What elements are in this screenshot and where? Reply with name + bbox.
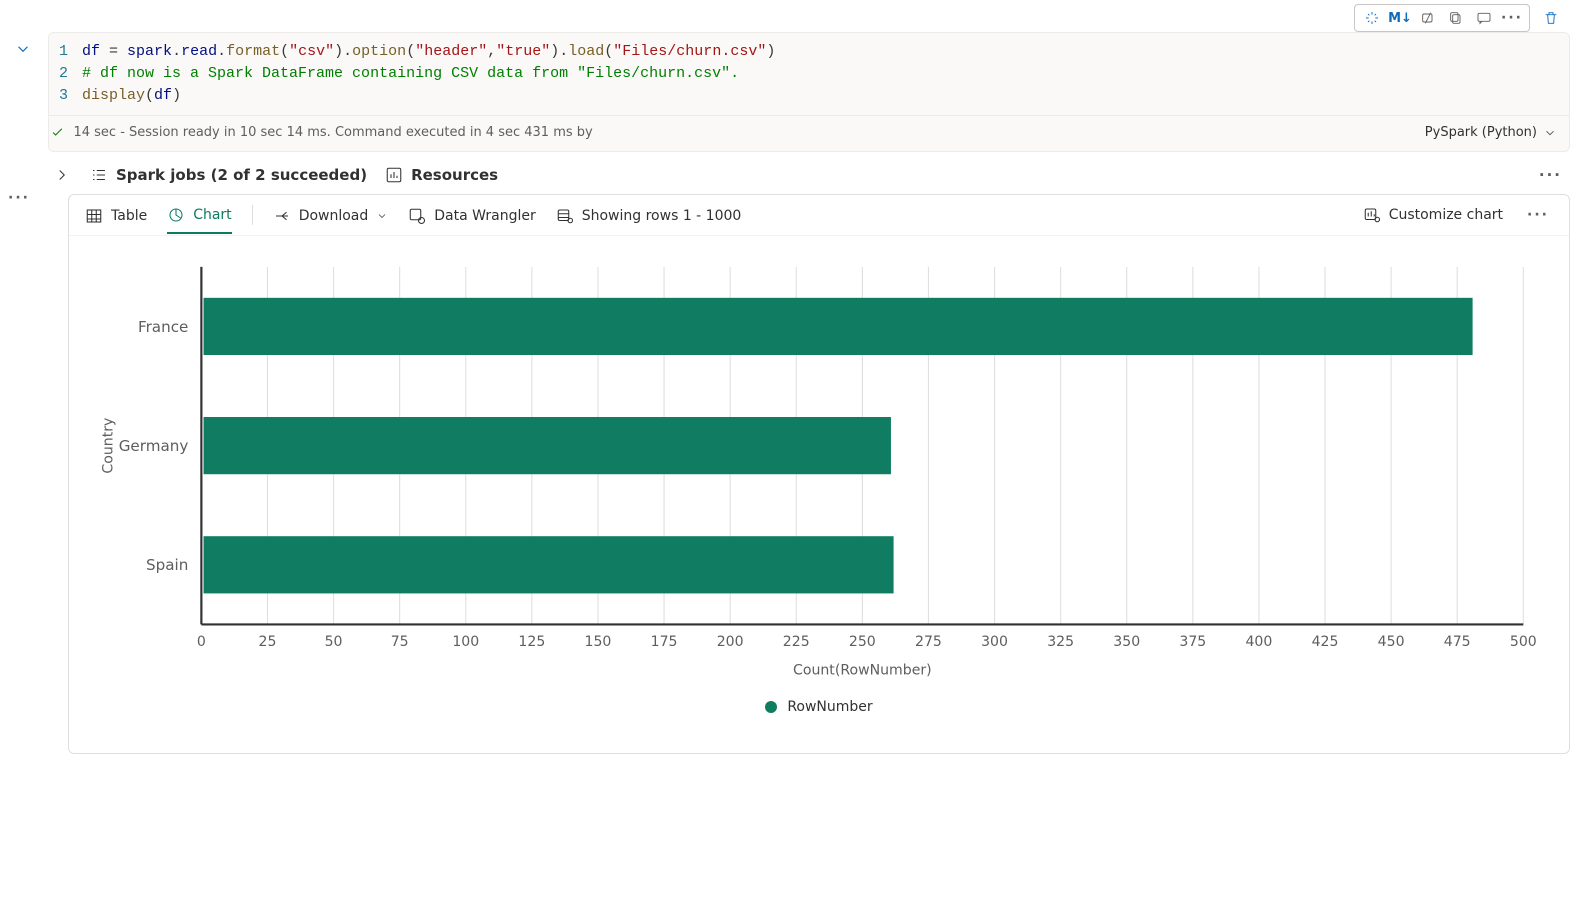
delete-cell-icon[interactable] xyxy=(1538,5,1564,31)
more-cell-actions[interactable]: ··· xyxy=(1499,7,1525,29)
customize-chart-label: Customize chart xyxy=(1389,207,1503,223)
download-icon xyxy=(273,207,291,225)
svg-text:Germany: Germany xyxy=(119,437,189,455)
svg-text:25: 25 xyxy=(259,634,277,650)
legend-swatch xyxy=(765,701,777,713)
spark-jobs-button[interactable]: Spark jobs (2 of 2 succeeded) xyxy=(90,166,367,184)
cell-status-bar: [1] 14 sec - Session ready in 10 sec 14 … xyxy=(49,115,1569,151)
check-icon xyxy=(50,125,65,140)
download-label: Download xyxy=(299,208,369,224)
table-icon xyxy=(85,207,103,225)
row-count-indicator: Showing rows 1 - 1000 xyxy=(556,207,742,233)
clear-output-icon[interactable] xyxy=(1415,7,1441,29)
more-left-icon[interactable]: ··· xyxy=(8,190,30,206)
cell-toolbar: M↓ ··· xyxy=(8,0,1570,32)
list-icon xyxy=(90,166,108,184)
sparkle-icon[interactable] xyxy=(1359,7,1385,29)
code-editor[interactable]: 1 2 3 df = spark.read.format("csv").opti… xyxy=(49,33,1569,115)
svg-text:150: 150 xyxy=(585,634,612,650)
svg-text:175: 175 xyxy=(651,634,678,650)
legend-label: RowNumber xyxy=(787,699,872,715)
code-text: df = spark.read.format("csv").option("he… xyxy=(82,41,1559,107)
tab-table-label: Table xyxy=(111,208,147,224)
bar-chart-icon xyxy=(385,166,403,184)
bar-chart: 0 25 50 75 100 125 150 175 200 225 250 275 300 325 350… xyxy=(93,256,1545,689)
expand-jobs-icon[interactable] xyxy=(52,166,72,184)
copy-cell-icon[interactable] xyxy=(1443,7,1469,29)
svg-text:275: 275 xyxy=(915,634,942,650)
svg-text:50: 50 xyxy=(325,634,343,650)
svg-text:375: 375 xyxy=(1179,634,1206,650)
svg-text:500: 500 xyxy=(1510,634,1537,650)
wrangler-icon xyxy=(408,207,426,225)
rows-icon xyxy=(556,207,574,225)
chevron-down-icon xyxy=(1543,126,1557,140)
data-wrangler-label: Data Wrangler xyxy=(434,208,535,224)
svg-text:Spain: Spain xyxy=(146,556,188,574)
svg-text:Country: Country xyxy=(101,418,117,474)
chart-area: 0 25 50 75 100 125 150 175 200 225 250 275 300 325 350… xyxy=(69,236,1569,723)
svg-text:250: 250 xyxy=(849,634,876,650)
more-output-actions[interactable]: ··· xyxy=(1523,207,1553,223)
svg-text:0: 0 xyxy=(197,634,206,650)
svg-text:425: 425 xyxy=(1312,634,1339,650)
line-numbers: 1 2 3 xyxy=(59,41,82,107)
svg-text:400: 400 xyxy=(1245,634,1272,650)
svg-text:350: 350 xyxy=(1113,634,1140,650)
comment-icon[interactable] xyxy=(1471,7,1497,29)
svg-text:475: 475 xyxy=(1444,634,1471,650)
collapse-cell-icon[interactable] xyxy=(14,40,32,62)
spark-jobs-label: Spark jobs (2 of 2 succeeded) xyxy=(116,166,367,184)
tab-chart[interactable]: Chart xyxy=(167,206,231,234)
svg-text:225: 225 xyxy=(783,634,810,650)
output-toolbar: Table Chart Download Data Wrangler Showi… xyxy=(69,195,1569,236)
resources-label: Resources xyxy=(411,166,498,184)
markdown-toggle[interactable]: M↓ xyxy=(1387,7,1413,29)
customize-chart-button[interactable]: Customize chart xyxy=(1363,206,1503,224)
svg-text:75: 75 xyxy=(391,634,409,650)
chevron-down-icon xyxy=(376,210,388,222)
svg-text:100: 100 xyxy=(452,634,479,650)
data-wrangler-button[interactable]: Data Wrangler xyxy=(408,207,535,233)
tab-chart-label: Chart xyxy=(193,207,231,223)
svg-text:200: 200 xyxy=(717,634,744,650)
tab-table[interactable]: Table xyxy=(85,207,147,233)
more-jobs-actions[interactable]: ··· xyxy=(1539,166,1562,184)
download-button[interactable]: Download xyxy=(273,207,389,233)
pie-icon xyxy=(167,206,185,224)
svg-text:325: 325 xyxy=(1047,634,1074,650)
code-cell: 1 2 3 df = spark.read.format("csv").opti… xyxy=(48,32,1570,152)
svg-text:300: 300 xyxy=(981,634,1008,650)
chart-legend: RowNumber xyxy=(93,699,1545,715)
output-panel: Table Chart Download Data Wrangler Showi… xyxy=(68,194,1570,754)
customize-icon xyxy=(1363,206,1381,224)
status-text: 14 sec - Session ready in 10 sec 14 ms. … xyxy=(73,125,592,140)
kernel-label: PySpark (Python) xyxy=(1425,125,1537,140)
resources-button[interactable]: Resources xyxy=(385,166,498,184)
svg-text:125: 125 xyxy=(518,634,545,650)
svg-text:450: 450 xyxy=(1378,634,1405,650)
jobs-bar: Spark jobs (2 of 2 succeeded) Resources … xyxy=(8,152,1570,194)
row-count-label: Showing rows 1 - 1000 xyxy=(582,208,742,224)
svg-text:Count(RowNumber): Count(RowNumber) xyxy=(793,662,932,678)
kernel-selector[interactable]: PySpark (Python) xyxy=(1425,125,1557,140)
svg-text:France: France xyxy=(138,318,188,336)
